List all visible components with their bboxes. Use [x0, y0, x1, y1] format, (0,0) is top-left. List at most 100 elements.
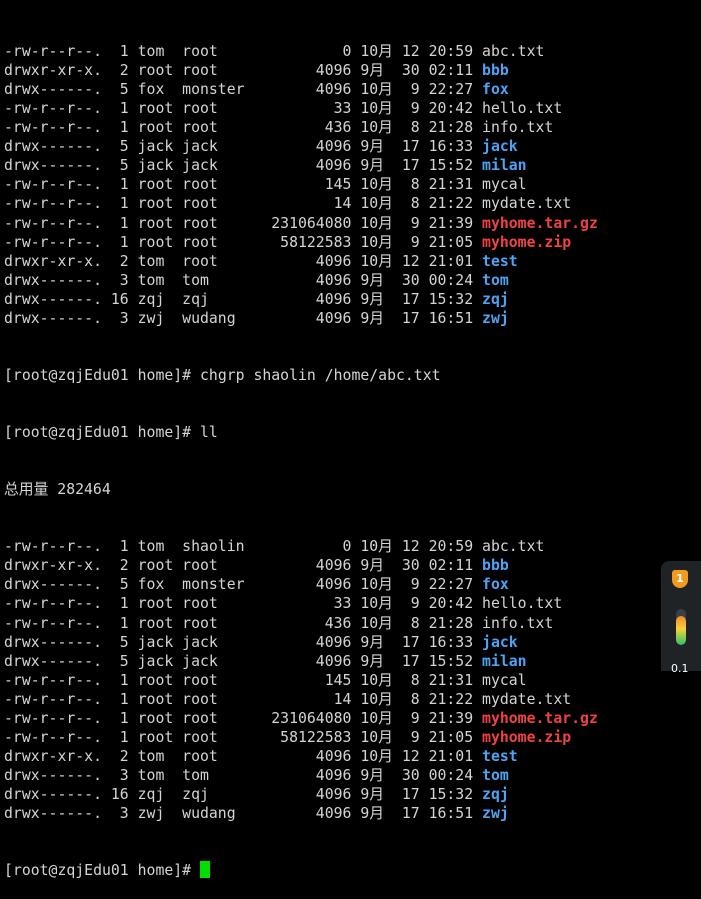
- level-meter-fill: [676, 616, 686, 645]
- listing-row: drwx------. 3 tom tom 4096 9月 30 00:24 t…: [4, 271, 657, 290]
- listing-row: -rw-r--r--. 1 root root 14 10月 8 21:22 m…: [4, 690, 657, 709]
- level-meter: [676, 609, 686, 645]
- row-metadata: drwx------. 3 tom tom 4096 9月 30 00:24: [4, 766, 483, 784]
- file-name: tom: [482, 766, 509, 784]
- prompt: [root@zqjEdu01 home]#: [4, 862, 200, 880]
- command-line-chgrp: [root@zqjEdu01 home]# chgrp shaolin /hom…: [4, 366, 657, 385]
- row-metadata: drwx------. 5 jack jack 4096 9月 17 15:52: [4, 652, 483, 670]
- listing-row: drwx------. 5 jack jack 4096 9月 17 15:52…: [4, 652, 657, 671]
- row-metadata: drwx------. 16 zqj zqj 4096 9月 17 15:32: [4, 785, 483, 803]
- file-name: hello.txt: [482, 595, 563, 613]
- side-widget[interactable]: 1 0.1: [661, 561, 701, 675]
- file-name: zqj: [482, 785, 509, 803]
- terminal-output[interactable]: -rw-r--r--. 1 tom root 0 10月 12 20:59 ab…: [4, 4, 657, 899]
- row-metadata: drwx------. 5 jack jack 4096 9月 17 16:33: [4, 138, 483, 156]
- file-name: bbb: [482, 557, 509, 575]
- file-name: hello.txt: [482, 100, 563, 118]
- row-metadata: drwx------. 5 jack jack 4096 9月 17 15:52: [4, 157, 483, 175]
- prompt: [root@zqjEdu01 home]#: [4, 424, 200, 442]
- row-metadata: -rw-r--r--. 1 root root 145 10月 8 21:31: [4, 671, 483, 689]
- listing-row: -rw-r--r--. 1 root root 33 10月 9 20:42 h…: [4, 99, 657, 118]
- listing-row: drwxr-xr-x. 2 tom root 4096 10月 12 21:01…: [4, 252, 657, 271]
- widget-label: 0.1: [671, 662, 689, 675]
- row-metadata: drwxr-xr-x. 2 root root 4096 9月 30 02:11: [4, 62, 483, 80]
- listing-row: drwx------. 3 zwj wudang 4096 9月 17 16:5…: [4, 804, 657, 823]
- file-name: myhome.zip: [482, 233, 572, 251]
- file-name: jack: [482, 138, 518, 156]
- command-line-ll: [root@zqjEdu01 home]# ll: [4, 423, 657, 442]
- file-name: mycal: [482, 671, 527, 689]
- listing-row: -rw-r--r--. 1 root root 231064080 10月 9 …: [4, 214, 657, 233]
- row-metadata: -rw-r--r--. 1 root root 145 10月 8 21:31: [4, 176, 483, 194]
- row-metadata: -rw-r--r--. 1 tom shaolin 0 10月 12 20:59: [4, 538, 483, 556]
- file-name: test: [482, 252, 518, 270]
- listing-row: drwxr-xr-x. 2 root root 4096 9月 30 02:11…: [4, 61, 657, 80]
- listing-row: drwx------. 16 zqj zqj 4096 9月 17 15:32 …: [4, 290, 657, 309]
- listing-row: drwx------. 5 jack jack 4096 9月 17 15:52…: [4, 156, 657, 175]
- listing-row: -rw-r--r--. 1 root root 14 10月 8 21:22 m…: [4, 194, 657, 213]
- file-name: mydate.txt: [482, 195, 572, 213]
- listing-row: -rw-r--r--. 1 root root 33 10月 9 20:42 h…: [4, 594, 657, 613]
- listing-row: -rw-r--r--. 1 root root 145 10月 8 21:31 …: [4, 175, 657, 194]
- row-metadata: drwx------. 5 jack jack 4096 9月 17 16:33: [4, 633, 483, 651]
- file-name: info.txt: [482, 119, 554, 137]
- file-name: fox: [482, 81, 509, 99]
- listing-row: drwxr-xr-x. 2 root root 4096 9月 30 02:11…: [4, 556, 657, 575]
- listing-after: -rw-r--r--. 1 tom shaolin 0 10月 12 20:59…: [4, 537, 657, 823]
- listing-row: drwx------. 5 jack jack 4096 9月 17 16:33…: [4, 633, 657, 652]
- listing-row: drwx------. 3 tom tom 4096 9月 30 00:24 t…: [4, 766, 657, 785]
- file-name: fox: [482, 576, 509, 594]
- file-name: mydate.txt: [482, 690, 572, 708]
- text-cursor: [200, 861, 210, 879]
- listing-row: -rw-r--r--. 1 root root 436 10月 8 21:28 …: [4, 118, 657, 137]
- file-name: jack: [482, 633, 518, 651]
- command-text: chgrp shaolin /home/abc.txt: [200, 366, 441, 384]
- row-metadata: drwx------. 5 fox monster 4096 10月 9 22:…: [4, 81, 483, 99]
- file-name: myhome.tar.gz: [482, 214, 598, 232]
- file-name: myhome.tar.gz: [482, 709, 598, 727]
- file-name: milan: [482, 652, 527, 670]
- row-metadata: drwx------. 3 zwj wudang 4096 9月 17 16:5…: [4, 804, 483, 822]
- row-metadata: drwxr-xr-x. 2 tom root 4096 10月 12 21:01: [4, 252, 483, 270]
- row-metadata: -rw-r--r--. 1 root root 33 10月 9 20:42: [4, 100, 483, 118]
- listing-row: -rw-r--r--. 1 root root 58122583 10月 9 2…: [4, 728, 657, 747]
- prompt: [root@zqjEdu01 home]#: [4, 366, 200, 384]
- row-metadata: -rw-r--r--. 1 root root 58122583 10月 9 2…: [4, 233, 483, 251]
- shield-icon[interactable]: 1: [672, 570, 688, 588]
- listing-row: drwx------. 16 zqj zqj 4096 9月 17 15:32 …: [4, 785, 657, 804]
- listing-row: drwx------. 3 zwj wudang 4096 9月 17 16:5…: [4, 309, 657, 328]
- file-name: zwj: [482, 804, 509, 822]
- listing-row: drwx------. 5 fox monster 4096 10月 9 22:…: [4, 80, 657, 99]
- file-name: milan: [482, 157, 527, 175]
- file-name: zqj: [482, 290, 509, 308]
- listing-before: -rw-r--r--. 1 tom root 0 10月 12 20:59 ab…: [4, 42, 657, 328]
- row-metadata: drwx------. 5 fox monster 4096 10月 9 22:…: [4, 576, 483, 594]
- row-metadata: -rw-r--r--. 1 root root 14 10月 8 21:22: [4, 690, 483, 708]
- row-metadata: -rw-r--r--. 1 root root 58122583 10月 9 2…: [4, 728, 483, 746]
- row-metadata: -rw-r--r--. 1 root root 231064080 10月 9 …: [4, 214, 483, 232]
- row-metadata: drwx------. 3 zwj wudang 4096 9月 17 16:5…: [4, 309, 483, 327]
- row-metadata: -rw-r--r--. 1 root root 436 10月 8 21:28: [4, 614, 483, 632]
- file-name: mycal: [482, 176, 527, 194]
- row-metadata: -rw-r--r--. 1 root root 33 10月 9 20:42: [4, 595, 483, 613]
- file-name: zwj: [482, 309, 509, 327]
- command-text: ll: [200, 424, 218, 442]
- file-name: tom: [482, 271, 509, 289]
- listing-row: drwxr-xr-x. 2 tom root 4096 10月 12 21:01…: [4, 747, 657, 766]
- row-metadata: -rw-r--r--. 1 tom root 0 10月 12 20:59: [4, 43, 483, 61]
- listing-row: drwx------. 5 fox monster 4096 10月 9 22:…: [4, 575, 657, 594]
- row-metadata: -rw-r--r--. 1 root root 436 10月 8 21:28: [4, 119, 483, 137]
- active-prompt-line[interactable]: [root@zqjEdu01 home]#: [4, 861, 657, 880]
- listing-row: -rw-r--r--. 1 root root 231064080 10月 9 …: [4, 709, 657, 728]
- listing-row: -rw-r--r--. 1 root root 436 10月 8 21:28 …: [4, 614, 657, 633]
- total-line: 总用量 282464: [4, 481, 111, 499]
- row-metadata: drwx------. 3 tom tom 4096 9月 30 00:24: [4, 271, 483, 289]
- file-name: bbb: [482, 62, 509, 80]
- row-metadata: -rw-r--r--. 1 root root 14 10月 8 21:22: [4, 195, 483, 213]
- row-metadata: drwx------. 16 zqj zqj 4096 9月 17 15:32: [4, 290, 483, 308]
- file-name: myhome.zip: [482, 728, 572, 746]
- row-metadata: drwxr-xr-x. 2 tom root 4096 10月 12 21:01: [4, 747, 483, 765]
- file-name: abc.txt: [482, 43, 545, 61]
- file-name: test: [482, 747, 518, 765]
- listing-row: -rw-r--r--. 1 root root 58122583 10月 9 2…: [4, 233, 657, 252]
